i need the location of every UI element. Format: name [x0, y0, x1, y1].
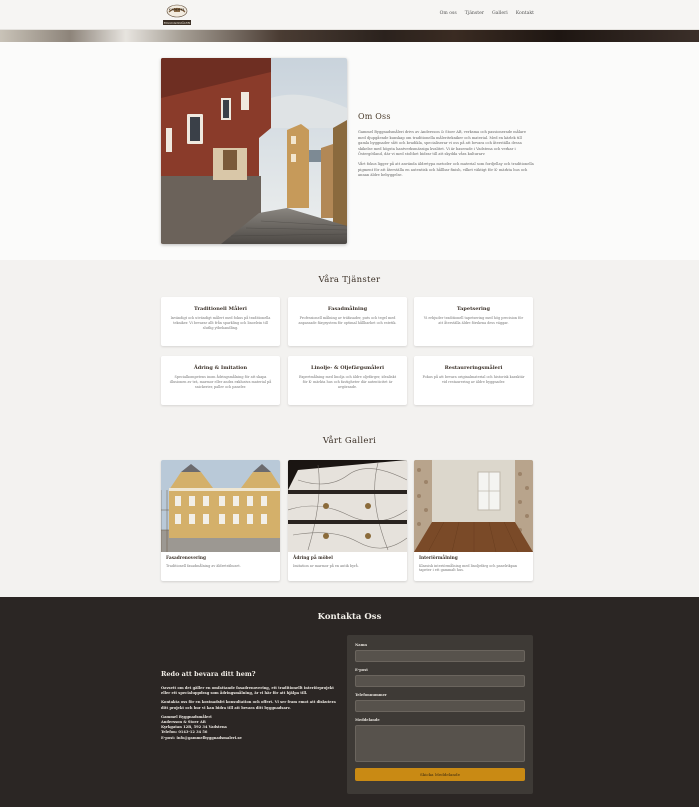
contact-email[interactable]: E-post: info@gammelbyggnadsmaleri.se [161, 736, 242, 740]
submit-button[interactable]: Skicka Meddelande [355, 768, 525, 781]
nav-link-tjanster[interactable]: Tjänster [465, 11, 484, 16]
phone-label: Telefonnummer [355, 693, 387, 697]
gallery-item-desc: Traditionell fasadmålning av äldreträhus… [166, 564, 241, 568]
gallery-image-interior [414, 460, 533, 552]
contact-section: Kontakta Oss Redo att bevara ditt hem? O… [0, 597, 699, 807]
service-desc: Professionell målning av träfasader, put… [298, 316, 397, 325]
service-title: Ådring & Imitation [193, 365, 248, 371]
service-desc: Expertmålning med linolja och äldre olje… [298, 375, 397, 389]
about-paragraph-1: Gammel Byggnadsmåleri drivs av Andersson… [358, 130, 526, 157]
service-card: Traditionell Måleri Invändigt och utvänd… [161, 297, 280, 346]
contact-paragraph-2: Kontakta oss för en kostnadsfri konsulta… [161, 700, 336, 710]
site-header: GAMMEL BYGGNADSMÅLERI Om oss Tjänster Ga… [0, 0, 699, 30]
about-section [0, 42, 699, 260]
contact-title: Kontakta Oss [317, 612, 382, 622]
address-line: Kyrkgatan 12B, 592 34 Vadstena [161, 725, 227, 730]
service-card: Tapetsering Vi erbjuder traditionell tap… [414, 297, 533, 346]
message-field[interactable] [355, 725, 525, 762]
gallery-item-desc: Klassisk interiörmålning med linoljefärg… [419, 564, 518, 572]
gallery-card[interactable]: Fasadrenovering Traditionell fasadmålnin… [161, 460, 280, 581]
service-title: Traditionell Måleri [194, 306, 247, 312]
nav-link-galleri[interactable]: Galleri [492, 11, 508, 16]
gallery-image-furniture [288, 460, 407, 552]
contact-info: Redo att bevara ditt hem? Oavsett om det… [161, 670, 337, 745]
service-card: Restaureringsmåleri Fokus på att bevara … [414, 356, 533, 405]
nav-link-kontakt[interactable]: Kontakt [516, 11, 534, 16]
email-label: E-post [355, 668, 368, 672]
gallery-title: Vårt Galleri [322, 436, 377, 446]
service-title: Restaureringsmåleri [444, 365, 503, 371]
contact-heading: Redo att bevara ditt hem? [161, 670, 256, 678]
service-card: Linolje- & Oljefärgsmåleri Expertmålning… [288, 356, 407, 405]
contact-address: Gammel Byggnadsmåleri Andersson & Stoer … [161, 715, 337, 741]
gallery-item-title: Interiörmålning [419, 556, 458, 561]
about-title: Om Oss [358, 112, 391, 121]
about-text-block: Om Oss Gammel Byggnadsmåleri drivs av An… [358, 112, 534, 183]
gallery-item-title: Fasadrenovering [166, 556, 207, 561]
logo[interactable]: GAMMEL BYGGNADSMÅLERI [160, 2, 194, 29]
service-card: Fasadmålning Professionell målning av tr… [288, 297, 407, 346]
nav-link-om-oss[interactable]: Om oss [440, 11, 457, 16]
logo-text-top: GAMMEL [169, 8, 186, 12]
service-desc: Invändigt och utvändigt målert med fokus… [170, 316, 271, 330]
about-paragraph-2: Vårt fokus ligger på att använda äldrety… [358, 161, 534, 178]
contact-form: Namn E-post Telefonnummer Meddelande Ski… [347, 635, 533, 794]
gallery-card[interactable]: Ådring på möbel Imitation av marmor på e… [288, 460, 407, 581]
service-title: Tapetsering [456, 306, 491, 312]
main-nav: Om oss Tjänster Galleri Kontakt [440, 11, 534, 16]
name-field[interactable] [355, 650, 525, 662]
phone-field[interactable] [355, 700, 525, 712]
service-desc: Vi erbjuder traditionell tapetsering med… [423, 316, 524, 325]
contact-phone: Telefon: 0143-12 34 56 [161, 730, 208, 735]
gallery-image-facade [161, 460, 280, 552]
service-card: Ådring & Imitation Specialkompetens inom… [161, 356, 280, 405]
services-title: Våra Tjänster [318, 275, 381, 285]
contact-paragraph-1: Oavsett om det gäller en omfattande fasa… [161, 686, 334, 696]
service-desc: Specialkompetens inom ådringsmålning för… [169, 375, 272, 389]
gallery-card[interactable]: Interiörmålning Klassisk interiörmålning… [414, 460, 533, 581]
service-desc: Fokus på att bevara originalmaterial och… [422, 375, 525, 384]
gallery-item-desc: Imitation av marmor på en antik byrå. [293, 564, 359, 568]
gallery-item-title: Ådring på möbel [293, 556, 333, 561]
service-title: Fasadmålning [327, 306, 368, 312]
name-label: Namn [355, 643, 368, 647]
hero-image-strip [0, 30, 699, 42]
email-field[interactable] [355, 675, 525, 687]
message-label: Meddelande [355, 718, 380, 722]
service-title: Linolje- & Oljefärgsmåleri [310, 365, 385, 371]
about-photo-street [161, 58, 347, 244]
address-line: Gammel Byggnadsmåleri [161, 714, 212, 719]
address-line: Andersson & Stoer AB [161, 720, 206, 725]
